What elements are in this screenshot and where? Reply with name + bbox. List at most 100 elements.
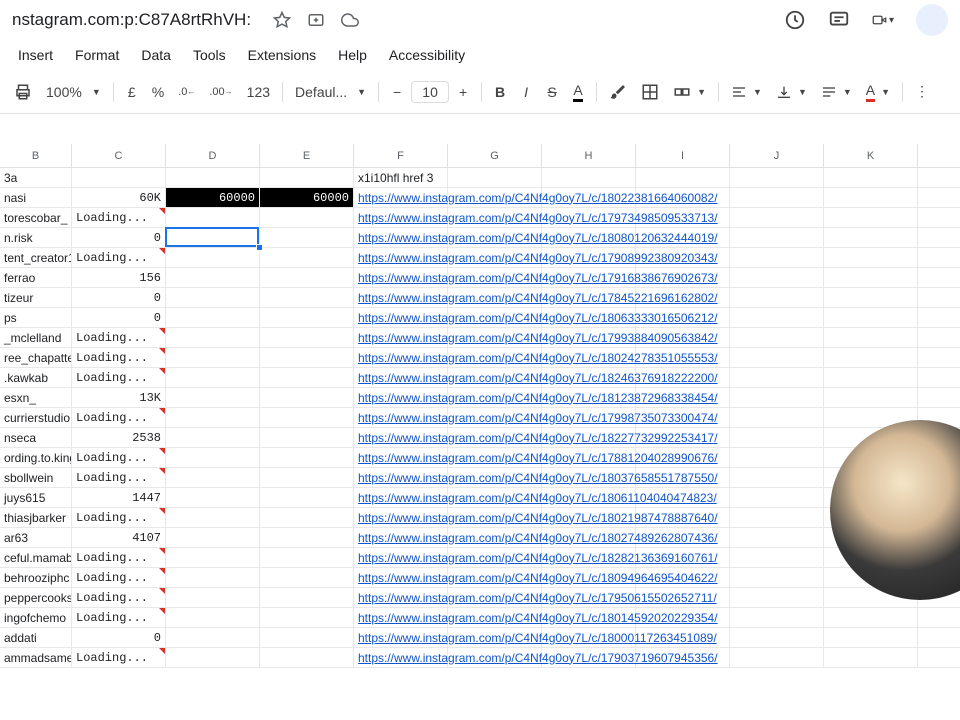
- decrease-font-button[interactable]: −: [385, 78, 409, 106]
- italic-button[interactable]: I: [514, 78, 538, 106]
- history-icon[interactable]: [784, 9, 806, 31]
- currency-button[interactable]: £: [120, 78, 144, 106]
- grid[interactable]: 3ax1i10hfl href 3nasi60K6000060000https:…: [0, 168, 960, 668]
- cell[interactable]: tent_creator1: [0, 248, 72, 267]
- cell[interactable]: 0: [72, 228, 166, 247]
- cell[interactable]: [166, 368, 260, 387]
- cell[interactable]: [166, 408, 260, 427]
- cell[interactable]: [730, 468, 824, 487]
- cell[interactable]: 60K: [72, 188, 166, 207]
- cell[interactable]: Loading...: [72, 588, 166, 607]
- cell[interactable]: https://www.instagram.com/p/C4Nf4g0oy7L/…: [354, 288, 448, 307]
- cell[interactable]: [166, 548, 260, 567]
- menu-accessibility[interactable]: Accessibility: [379, 43, 475, 67]
- cell[interactable]: [260, 308, 354, 327]
- cell[interactable]: https://www.instagram.com/p/C4Nf4g0oy7L/…: [354, 308, 448, 327]
- menu-help[interactable]: Help: [328, 43, 377, 67]
- cell[interactable]: 60000: [166, 188, 260, 207]
- cell[interactable]: [260, 288, 354, 307]
- cell[interactable]: [824, 188, 918, 207]
- cell[interactable]: [730, 348, 824, 367]
- font-dropdown[interactable]: Defaul...▼: [289, 78, 372, 106]
- cell[interactable]: 4107: [72, 528, 166, 547]
- cell[interactable]: [730, 328, 824, 347]
- format-123-button[interactable]: 123: [241, 78, 276, 106]
- cell[interactable]: [260, 628, 354, 647]
- menu-insert[interactable]: Insert: [8, 43, 63, 67]
- fill-handle[interactable]: [256, 244, 263, 251]
- col-header-K[interactable]: K: [824, 144, 918, 167]
- cell[interactable]: [824, 208, 918, 227]
- cell[interactable]: 0: [72, 308, 166, 327]
- cell[interactable]: https://www.instagram.com/p/C4Nf4g0oy7L/…: [354, 508, 448, 527]
- cell[interactable]: [730, 588, 824, 607]
- cell[interactable]: [730, 628, 824, 647]
- cell[interactable]: Loading...: [72, 208, 166, 227]
- cell[interactable]: ps: [0, 308, 72, 327]
- cell[interactable]: Loading...: [72, 548, 166, 567]
- col-header-B[interactable]: B: [0, 144, 72, 167]
- cell[interactable]: esxn_: [0, 388, 72, 407]
- cell[interactable]: https://www.instagram.com/p/C4Nf4g0oy7L/…: [354, 408, 448, 427]
- cell[interactable]: ferrao: [0, 268, 72, 287]
- bold-button[interactable]: B: [488, 78, 512, 106]
- cell[interactable]: thiasjbarker: [0, 508, 72, 527]
- cell[interactable]: 1447: [72, 488, 166, 507]
- merge-button[interactable]: ▼: [667, 78, 712, 106]
- cell[interactable]: [166, 288, 260, 307]
- cell[interactable]: [636, 168, 730, 187]
- font-size-input[interactable]: 10: [411, 81, 449, 103]
- cell[interactable]: 13K: [72, 388, 166, 407]
- cell[interactable]: .kawkab: [0, 368, 72, 387]
- menu-tools[interactable]: Tools: [183, 43, 236, 67]
- cell[interactable]: [260, 568, 354, 587]
- cell[interactable]: [260, 208, 354, 227]
- cell[interactable]: Loading...: [72, 348, 166, 367]
- cell[interactable]: ammadsame: [0, 648, 72, 667]
- cell[interactable]: https://www.instagram.com/p/C4Nf4g0oy7L/…: [354, 388, 448, 407]
- cell[interactable]: Loading...: [72, 648, 166, 667]
- cell[interactable]: [260, 328, 354, 347]
- cell[interactable]: x1i10hfl href 3: [354, 168, 448, 187]
- menu-extensions[interactable]: Extensions: [238, 43, 326, 67]
- col-header-H[interactable]: H: [542, 144, 636, 167]
- cloud-icon[interactable]: [339, 9, 361, 31]
- fill-color-button[interactable]: [603, 78, 633, 106]
- cell[interactable]: https://www.instagram.com/p/C4Nf4g0oy7L/…: [354, 188, 448, 207]
- cell[interactable]: [824, 308, 918, 327]
- cell[interactable]: [260, 468, 354, 487]
- cell[interactable]: 60000: [260, 188, 354, 207]
- cell[interactable]: tizeur: [0, 288, 72, 307]
- cell[interactable]: https://www.instagram.com/p/C4Nf4g0oy7L/…: [354, 548, 448, 567]
- cell[interactable]: 0: [72, 288, 166, 307]
- cell[interactable]: [166, 208, 260, 227]
- halign-button[interactable]: ▼: [725, 78, 768, 106]
- cell[interactable]: ar63: [0, 528, 72, 547]
- print-icon[interactable]: [8, 78, 38, 106]
- cell[interactable]: [260, 268, 354, 287]
- comment-icon[interactable]: [828, 9, 850, 31]
- cell[interactable]: [166, 468, 260, 487]
- cell[interactable]: [166, 588, 260, 607]
- cell[interactable]: juys615: [0, 488, 72, 507]
- cell[interactable]: ording.to.king: [0, 448, 72, 467]
- cell[interactable]: [166, 508, 260, 527]
- cell[interactable]: sbollwein: [0, 468, 72, 487]
- cell[interactable]: [166, 528, 260, 547]
- cell[interactable]: [260, 228, 354, 247]
- cell[interactable]: [824, 388, 918, 407]
- cell[interactable]: [166, 308, 260, 327]
- cell[interactable]: [166, 428, 260, 447]
- increase-font-button[interactable]: +: [451, 78, 475, 106]
- cell[interactable]: [730, 568, 824, 587]
- cell[interactable]: [542, 168, 636, 187]
- cell[interactable]: [824, 628, 918, 647]
- cell[interactable]: [730, 388, 824, 407]
- cell[interactable]: [166, 248, 260, 267]
- cell[interactable]: [166, 628, 260, 647]
- cell[interactable]: [730, 548, 824, 567]
- cell[interactable]: https://www.instagram.com/p/C4Nf4g0oy7L/…: [354, 248, 448, 267]
- cell[interactable]: [260, 168, 354, 187]
- cell[interactable]: 3a: [0, 168, 72, 187]
- account-avatar[interactable]: [916, 4, 948, 36]
